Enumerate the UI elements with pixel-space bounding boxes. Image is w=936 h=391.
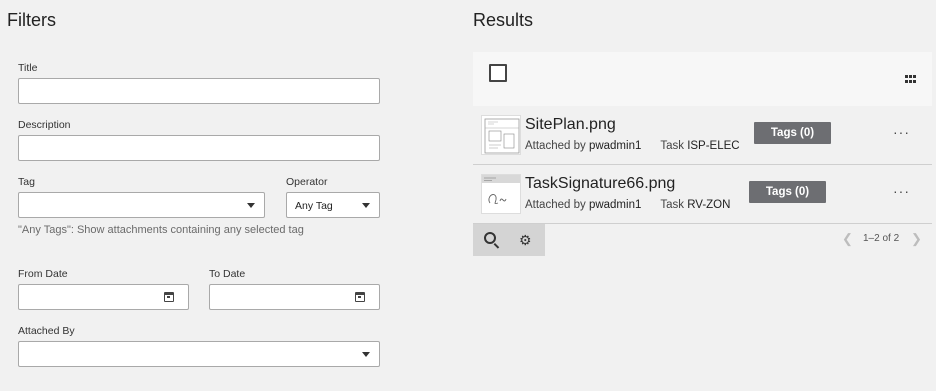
more-options-icon[interactable]: ··· — [893, 183, 910, 199]
tag-label: Tag — [18, 176, 35, 188]
attachment-filename[interactable]: TaskSignature66.png — [525, 175, 675, 193]
result-row[interactable]: TaskSignature66.png Attached by pwadmin1… — [473, 166, 932, 224]
title-field[interactable] — [18, 78, 380, 104]
pagination-label: 1–2 of 2 — [863, 233, 900, 244]
operator-hint: "Any Tags": Show attachments containing … — [18, 224, 304, 236]
results-footer-tools: ⚙ — [473, 224, 545, 256]
attachment-filename[interactable]: SitePlan.png — [525, 116, 616, 134]
tags-button[interactable]: Tags (0) — [754, 122, 831, 144]
tag-select[interactable] — [18, 192, 265, 218]
to-date-input[interactable] — [210, 285, 379, 309]
result-row[interactable]: SitePlan.png Attached by pwadmin1 Task I… — [473, 107, 932, 165]
from-date-input[interactable] — [19, 285, 188, 309]
results-heading: Results — [473, 10, 534, 30]
from-date-field[interactable] — [18, 284, 189, 310]
signature-thumbnail-icon[interactable] — [481, 174, 521, 214]
chevron-right-icon[interactable]: ❯ — [911, 231, 922, 247]
attached-by-select[interactable] — [18, 341, 380, 367]
attachment-meta: Attached by pwadmin1 Task ISP-ELEC — [525, 140, 740, 152]
task-id: ISP-ELEC — [687, 140, 740, 152]
task-prefix: Task — [660, 199, 684, 211]
operator-label: Operator — [286, 176, 328, 188]
select-all-checkbox[interactable] — [489, 64, 507, 82]
attached-by-prefix: Attached by — [525, 140, 586, 152]
attached-by-prefix: Attached by — [525, 199, 586, 211]
description-field[interactable] — [18, 135, 380, 161]
from-date-label: From Date — [18, 268, 68, 280]
title-input[interactable] — [19, 79, 379, 103]
chevron-down-icon — [362, 352, 370, 357]
attachment-meta: Attached by pwadmin1 Task RV-ZON — [525, 199, 730, 211]
search-icon[interactable] — [484, 232, 496, 244]
to-date-field[interactable] — [209, 284, 380, 310]
gears-icon[interactable]: ⚙ — [519, 232, 532, 249]
to-date-label: To Date — [209, 268, 246, 280]
site-plan-thumbnail-icon[interactable] — [481, 115, 521, 155]
attached-by-label: Attached By — [18, 325, 75, 337]
title-label: Title — [18, 62, 38, 74]
results-toolbar — [473, 52, 932, 106]
more-options-icon[interactable]: ··· — [893, 124, 910, 140]
task-id: RV-ZON — [687, 199, 731, 211]
grid-icon[interactable] — [905, 75, 916, 83]
attached-by-user: pwadmin1 — [588, 140, 642, 152]
attached-by-user: pwadmin1 — [588, 199, 642, 211]
task-prefix: Task — [660, 140, 684, 152]
calendar-icon[interactable] — [164, 292, 174, 302]
chevron-left-icon[interactable]: ❮ — [842, 231, 853, 247]
operator-select[interactable]: Any Tag — [286, 192, 380, 218]
filters-heading: Filters — [7, 10, 56, 30]
chevron-down-icon — [247, 203, 255, 208]
operator-select-value: Any Tag — [295, 200, 333, 212]
chevron-down-icon — [362, 203, 370, 208]
description-input[interactable] — [19, 136, 379, 160]
description-label: Description — [18, 119, 71, 131]
tags-button[interactable]: Tags (0) — [749, 181, 826, 203]
calendar-icon[interactable] — [355, 292, 365, 302]
